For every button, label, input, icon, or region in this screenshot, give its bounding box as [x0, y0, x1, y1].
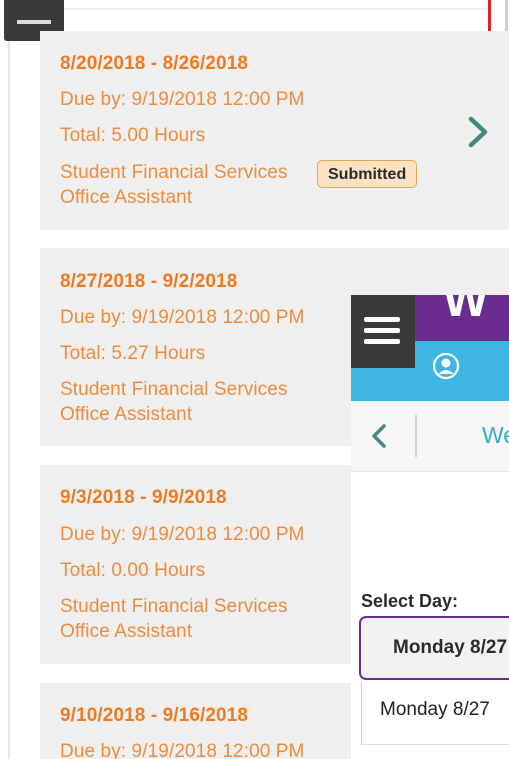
top-divider: [8, 8, 509, 10]
day-select-dropdown[interactable]: Monday 8/27: [359, 616, 509, 680]
brand-logo-text: W: [443, 295, 488, 327]
due-date: Due by: 9/19/2018 12:00 PM: [60, 89, 305, 110]
hamburger-menu-icon: [364, 328, 400, 333]
timesheet-card[interactable]: 8/20/2018 - 8/26/2018 Due by: 9/19/2018 …: [40, 31, 509, 230]
position-title: Office Assistant: [60, 404, 193, 425]
due-date: Due by: 9/19/2018 12:00 PM: [60, 307, 305, 328]
department: Student Financial Services: [60, 596, 288, 617]
user-icon[interactable]: [431, 351, 461, 381]
due-date: Due by: 9/19/2018 12:00 PM: [60, 741, 305, 759]
day-option-label: Monday 8/27: [380, 699, 490, 720]
selected-day: Monday 8/27: [393, 637, 508, 658]
select-day-label: Select Day:: [361, 591, 459, 611]
mobile-app-overlay: W We Select Day: Monday 8/27 Monday 8/27: [351, 295, 509, 759]
chevron-left-icon[interactable]: [371, 423, 387, 449]
date-range: 9/3/2018 - 9/9/2018: [60, 487, 227, 508]
status-badge: Submitted: [317, 160, 418, 188]
position-title: Office Assistant: [60, 621, 193, 642]
total-hours: Total: 5.27 Hours: [60, 343, 206, 364]
total-hours: Total: 5.00 Hours: [60, 125, 206, 146]
chevron-right-icon[interactable]: [465, 115, 491, 149]
nav-title: We: [482, 422, 509, 448]
timesheet-list-page: 8/20/2018 - 8/26/2018 Due by: 9/19/2018 …: [0, 0, 509, 759]
date-range: 8/20/2018 - 8/26/2018: [60, 53, 249, 74]
frame-divider: [8, 0, 10, 759]
tab-bar-icon: [17, 20, 51, 24]
department: Student Financial Services: [60, 379, 288, 400]
date-range: 9/10/2018 - 9/16/2018: [60, 705, 249, 726]
position-title: Office Assistant: [60, 187, 193, 208]
nav-separator: [415, 415, 417, 457]
hamburger-menu-button[interactable]: [351, 295, 415, 368]
department: Student Financial Services: [60, 162, 288, 183]
due-date: Due by: 9/19/2018 12:00 PM: [60, 524, 305, 545]
day-option[interactable]: Monday 8/27: [361, 681, 509, 745]
total-hours: Total: 0.00 Hours: [60, 560, 206, 581]
hamburger-menu-icon: [364, 339, 400, 344]
date-range: 8/27/2018 - 9/2/2018: [60, 271, 238, 292]
hamburger-menu-icon: [364, 317, 400, 322]
week-nav-bar: We: [351, 401, 509, 472]
